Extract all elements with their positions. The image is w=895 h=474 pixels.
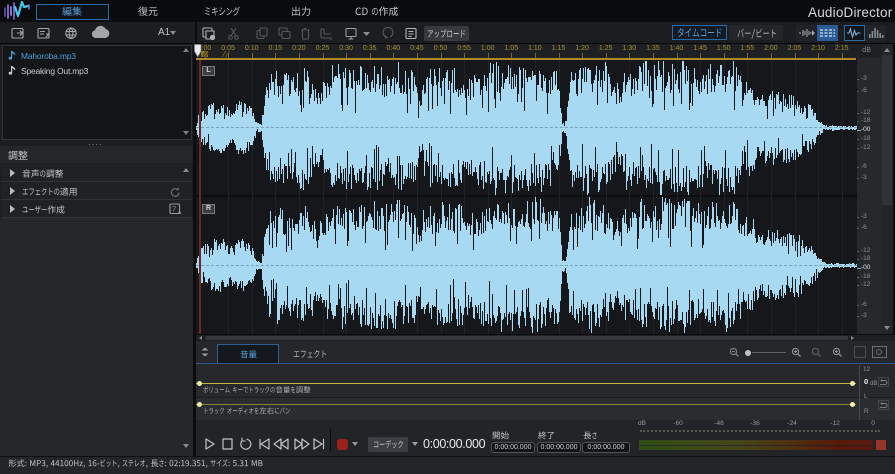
svg-text:7: 7 [172,205,176,214]
